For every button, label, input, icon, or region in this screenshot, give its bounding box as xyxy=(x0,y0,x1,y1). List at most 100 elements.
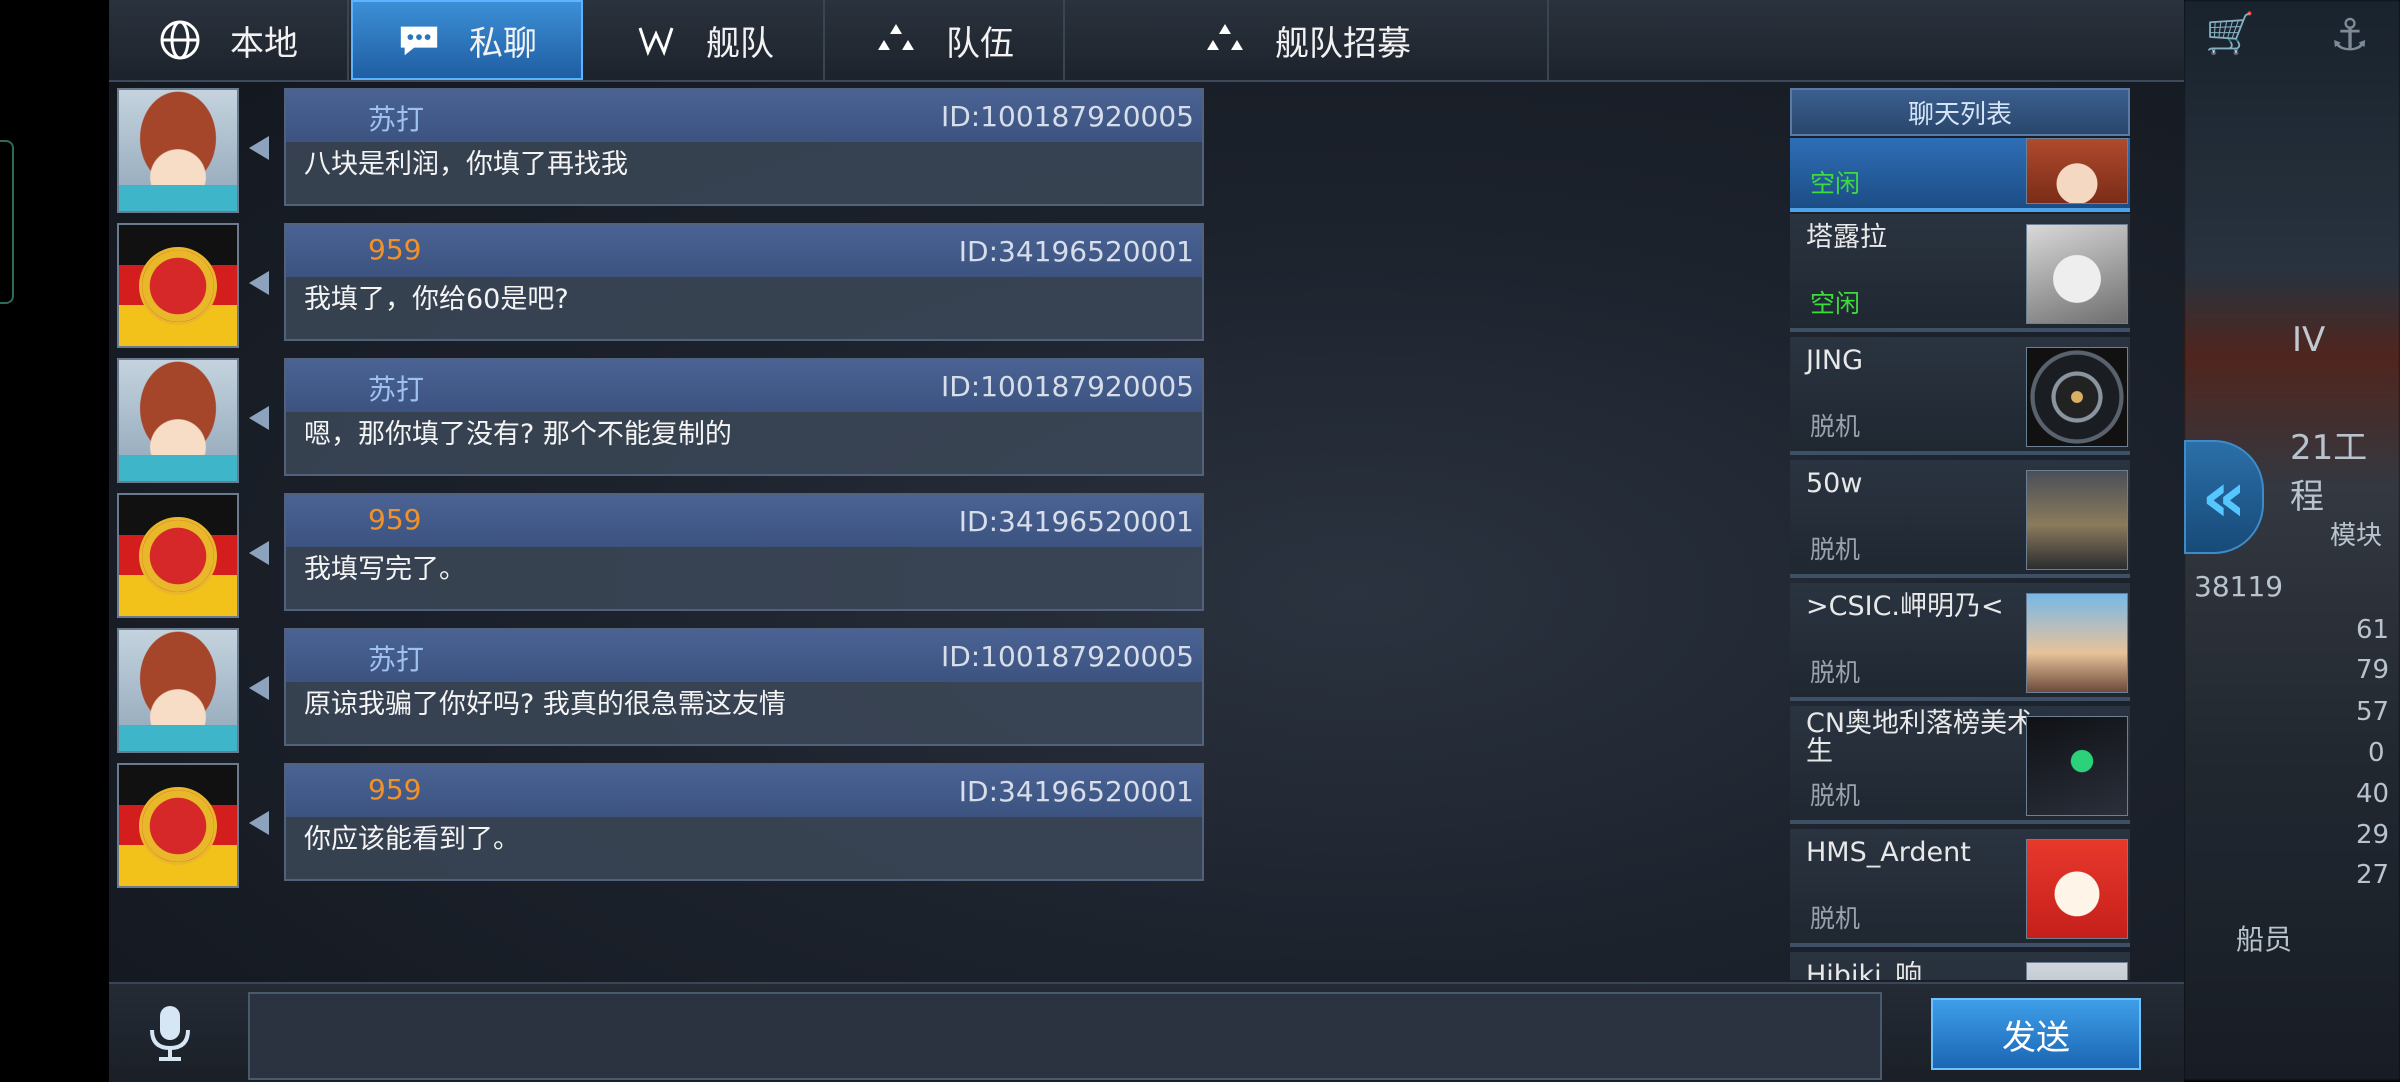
contact-status: 脱机 xyxy=(1810,781,1861,810)
message-text: 原谅我骗了你好吗? 我真的很急需这友情 xyxy=(304,689,786,720)
ddr-emblem-icon xyxy=(139,787,217,865)
contact-avatar xyxy=(2026,347,2128,447)
chat-list-item[interactable]: HMS_Ardent 脱机 xyxy=(1790,829,2130,947)
message-bubble: 苏打 ID:100187920005 八块是利润，你填了再找我 xyxy=(284,88,1204,206)
stat-value: 0 xyxy=(2368,738,2385,768)
tab-fleet[interactable]: 舰队 xyxy=(585,0,825,80)
ship-number: 38119 xyxy=(2194,570,2284,603)
tab-label: 本地 xyxy=(230,23,298,64)
avatar[interactable] xyxy=(117,358,239,483)
left-edge-handle[interactable] xyxy=(0,140,14,304)
bubble-pointer xyxy=(249,136,269,160)
message-bubble: 959 ID:34196520001 我填了，你给60是吧? xyxy=(284,223,1204,341)
chat-list-header: 聊天列表 xyxy=(1790,88,2130,136)
tier-label: IV xyxy=(2292,320,2326,360)
microphone-icon xyxy=(150,1006,190,1061)
tab-label: 队伍 xyxy=(946,23,1014,64)
sender-id: ID:34196520001 xyxy=(958,775,1194,808)
chat-bubble-icon xyxy=(397,18,441,62)
message-header: 苏打 ID:100187920005 xyxy=(286,630,1202,682)
stat-value: 27 xyxy=(2356,860,2390,890)
crew-button-label[interactable]: 船员 xyxy=(2236,918,2292,958)
sender-id: ID:100187920005 xyxy=(940,100,1194,133)
stat-value: 40 xyxy=(2356,779,2390,809)
tab-label: 私聊 xyxy=(469,23,537,64)
contact-name: 塔露拉 xyxy=(1806,222,1887,253)
message-text: 你应该能看到了。 xyxy=(304,824,520,855)
message-bubble: 959 ID:34196520001 你应该能看到了。 xyxy=(284,763,1204,881)
chat-message: 959 ID:34196520001 我填写完了。 xyxy=(109,493,1209,618)
message-input[interactable] xyxy=(248,992,1882,1080)
chat-window: 本地 私聊 舰队 队伍 舰队招募 苏打 ID:100187920005 八块是利… xyxy=(109,0,2184,1080)
chat-list-item[interactable]: Hibiki_响 xyxy=(1790,952,2130,980)
message-text: 我填写完了。 xyxy=(304,554,466,585)
input-bar: 发送 xyxy=(109,982,2184,1082)
message-header: 959 ID:34196520001 xyxy=(286,225,1202,277)
chat-message: 959 ID:34196520001 我填了，你给60是吧? xyxy=(109,223,1209,348)
tab-label: 舰队招募 xyxy=(1275,23,1411,64)
avatar[interactable] xyxy=(117,88,239,213)
ship-name: 21工程 xyxy=(2290,428,2368,517)
bubble-pointer xyxy=(249,541,269,565)
avatar[interactable] xyxy=(117,493,239,618)
contact-name: CN奥地利落榜美术生 xyxy=(1806,708,2035,767)
team-icon xyxy=(874,18,918,62)
contact-avatar xyxy=(2026,224,2128,324)
bubble-pointer xyxy=(249,811,269,835)
chat-list-item[interactable]: 空闲 xyxy=(1790,138,2130,212)
chat-list-item[interactable]: 塔露拉 空闲 xyxy=(1790,214,2130,332)
send-button[interactable]: 发送 xyxy=(1931,998,2141,1070)
shop-cart-icon[interactable]: 🛒 xyxy=(2205,10,2255,57)
sender-name[interactable]: 959 xyxy=(368,773,421,806)
sender-id: ID:34196520001 xyxy=(958,235,1194,268)
chat-list-item[interactable]: 50w 脱机 xyxy=(1790,460,2130,578)
sender-id: ID:100187920005 xyxy=(940,370,1194,403)
chat-message: 苏打 ID:100187920005 嗯，那你填了没有? 那个不能复制的 xyxy=(109,358,1209,483)
sender-name[interactable]: 959 xyxy=(368,233,421,266)
message-bubble: 959 ID:34196520001 我填写完了。 xyxy=(284,493,1204,611)
tab-fleet-recruit[interactable]: 舰队招募 xyxy=(1067,0,1549,80)
tab-team[interactable]: 队伍 xyxy=(825,0,1065,80)
contact-avatar xyxy=(2026,962,2128,980)
contact-name: 50w xyxy=(1806,468,1863,499)
sender-name[interactable]: 959 xyxy=(368,503,421,536)
chat-message: 苏打 ID:100187920005 原谅我骗了你好吗? 我真的很急需这友情 xyxy=(109,628,1209,753)
chat-list-item[interactable]: CN奥地利落榜美术生 脱机 xyxy=(1790,706,2130,824)
stat-value: 57 xyxy=(2356,697,2390,727)
bubble-pointer xyxy=(249,271,269,295)
sender-id: ID:100187920005 xyxy=(940,640,1194,673)
message-text: 八块是利润，你填了再找我 xyxy=(304,149,628,180)
avatar[interactable] xyxy=(117,763,239,888)
double-chevron-left-icon: « xyxy=(2201,456,2247,538)
contact-status: 脱机 xyxy=(1810,535,1861,564)
bubble-pointer xyxy=(249,676,269,700)
sender-name[interactable]: 苏打 xyxy=(368,638,424,678)
ddr-emblem-icon xyxy=(139,517,217,595)
fleet-icon xyxy=(634,18,678,62)
chat-list[interactable]: 空闲 塔露拉 空闲 JING 脱机 50w 脱机 >CSIC.岬明乃< 脱机 C… xyxy=(1790,138,2130,980)
message-text: 我填了，你给60是吧? xyxy=(304,284,569,315)
message-header: 苏打 ID:100187920005 xyxy=(286,360,1202,412)
stat-value: 29 xyxy=(2356,820,2390,850)
contact-status: 空闲 xyxy=(1810,169,1861,198)
tab-private-chat[interactable]: 私聊 xyxy=(351,0,583,80)
contact-status: 脱机 xyxy=(1810,658,1861,687)
contact-status: 空闲 xyxy=(1810,289,1861,318)
contact-status: 脱机 xyxy=(1810,904,1861,933)
ship-tab-module: 模块 xyxy=(2330,521,2383,551)
sender-name[interactable]: 苏打 xyxy=(368,368,424,408)
microphone-button[interactable] xyxy=(139,1002,201,1064)
chat-list-item[interactable]: JING 脱机 xyxy=(1790,337,2130,455)
contact-avatar xyxy=(2026,470,2128,570)
tab-local[interactable]: 本地 xyxy=(109,0,349,80)
chat-list-item[interactable]: >CSIC.岬明乃< 脱机 xyxy=(1790,583,2130,701)
anchor-icon[interactable]: ⚓ xyxy=(2330,10,2369,61)
contact-status: 脱机 xyxy=(1810,412,1861,441)
avatar[interactable] xyxy=(117,223,239,348)
avatar[interactable] xyxy=(117,628,239,753)
sender-name[interactable]: 苏打 xyxy=(368,98,424,138)
message-text: 嗯，那你填了没有? 那个不能复制的 xyxy=(304,419,732,450)
message-header: 959 ID:34196520001 xyxy=(286,495,1202,547)
contact-name: Hibiki_响 xyxy=(1806,960,1923,981)
stat-value: 61 xyxy=(2356,615,2390,645)
